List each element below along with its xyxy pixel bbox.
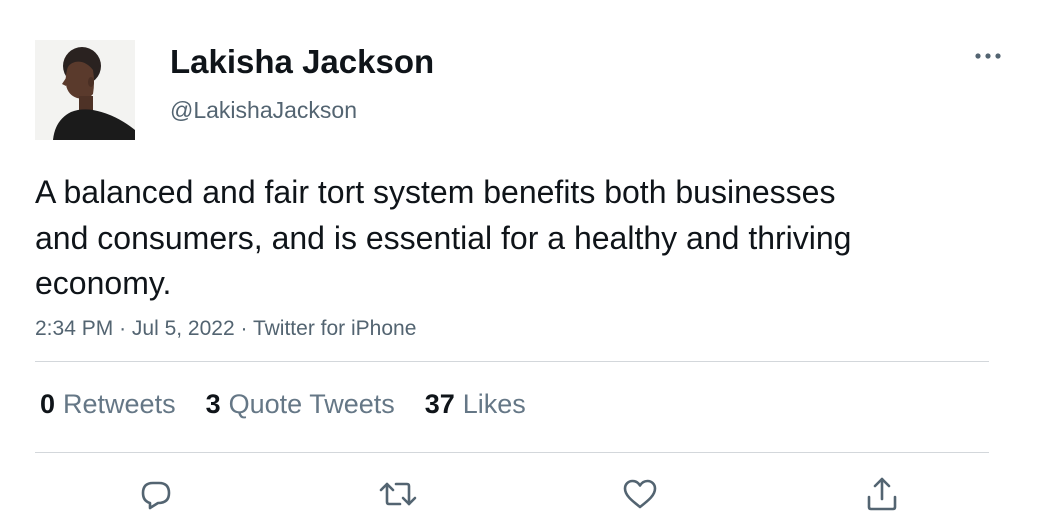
- action-bar: [0, 474, 1050, 514]
- heart-icon: [623, 479, 657, 509]
- likes-count: 37: [424, 389, 455, 419]
- share-icon: [867, 477, 897, 511]
- more-options-icon: [975, 53, 1001, 59]
- likes-label: Likes: [462, 389, 526, 419]
- meta-separator: ·: [119, 317, 127, 340]
- tweet-metadata: 2:34 PM · Jul 5, 2022 · Twitter for iPho…: [35, 315, 416, 343]
- tweet-date[interactable]: Jul 5, 2022: [132, 317, 235, 340]
- more-options-button[interactable]: [968, 40, 1008, 70]
- tweet-source[interactable]: Twitter for iPhone: [253, 317, 416, 340]
- retweets-label: Retweets: [63, 389, 176, 419]
- retweet-button[interactable]: [378, 474, 418, 514]
- tweet-text: A balanced and fair tort system benefits…: [35, 174, 852, 301]
- retweets-count: 0: [40, 389, 56, 419]
- reply-icon: [141, 481, 171, 510]
- reply-button[interactable]: [136, 474, 176, 514]
- profile-photo: [35, 40, 135, 140]
- like-button[interactable]: [620, 474, 660, 514]
- retweet-icon: [379, 482, 417, 506]
- tweet-time[interactable]: 2:34 PM: [35, 317, 113, 340]
- quote-tweets-stat[interactable]: 3 Quote Tweets: [206, 386, 395, 422]
- author-name[interactable]: Lakisha Jackson: [170, 42, 434, 82]
- meta-separator: ·: [240, 317, 248, 340]
- quote-tweets-count: 3: [205, 389, 221, 419]
- author-handle[interactable]: @LakishaJackson: [170, 96, 357, 124]
- likes-stat[interactable]: 37 Likes: [425, 386, 526, 422]
- share-button[interactable]: [862, 474, 902, 514]
- divider: [35, 452, 989, 453]
- tweet-stats: 0 Retweets 3 Quote Tweets 37 Likes: [40, 386, 556, 422]
- divider: [35, 361, 989, 362]
- quote-tweets-label: Quote Tweets: [228, 389, 395, 419]
- retweets-stat[interactable]: 0 Retweets: [40, 386, 176, 422]
- avatar[interactable]: [35, 40, 135, 140]
